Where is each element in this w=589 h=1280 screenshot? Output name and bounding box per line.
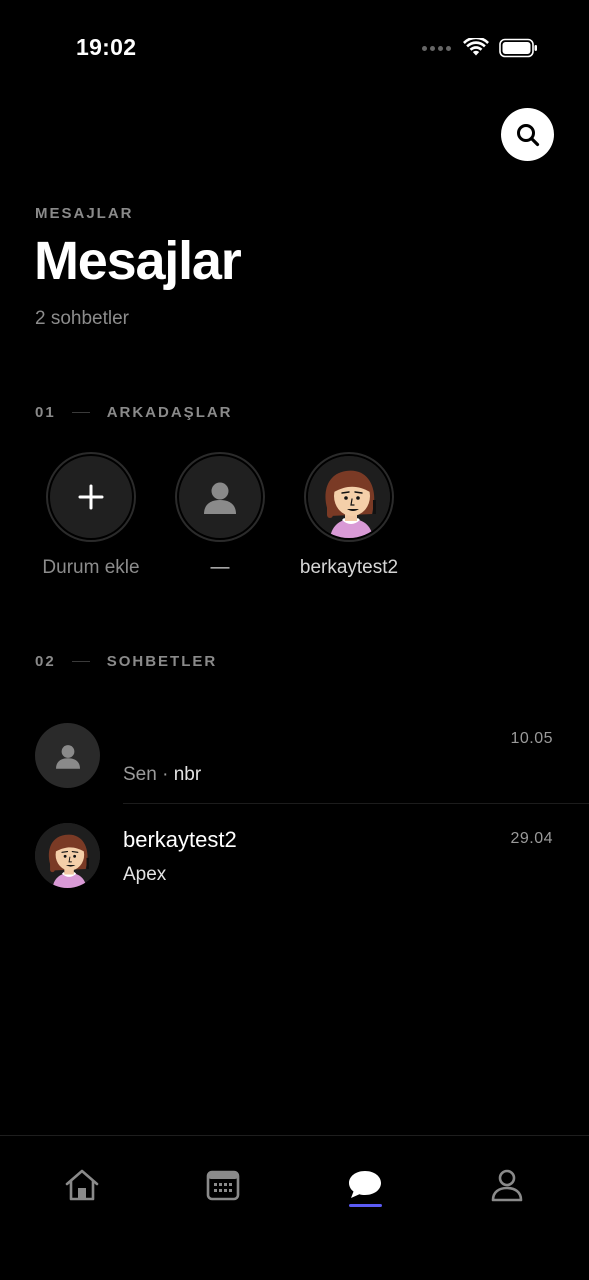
home-icon <box>65 1169 99 1201</box>
person-placeholder-icon <box>55 744 80 769</box>
section-label: SOHBETLER <box>106 652 218 670</box>
calendar-icon <box>206 1170 240 1201</box>
story-label: — <box>210 557 230 578</box>
status-icons <box>422 36 539 60</box>
sender-separator: · <box>156 764 174 785</box>
section-label: ARKADAŞLAR <box>106 403 233 421</box>
story-label: berkaytest2 <box>299 557 399 578</box>
add-status-button[interactable]: Durum ekle <box>26 452 156 579</box>
battery-icon <box>499 38 537 58</box>
section-number: 02 <box>35 652 56 670</box>
page-eyebrow: MESAJLAR <box>35 205 134 222</box>
chat-last-message: Sen · nbr <box>123 764 201 786</box>
chat-timestamp: 10.05 <box>510 730 553 747</box>
chat-name: berkaytest2 <box>123 827 237 852</box>
status-bar: 19:02 <box>0 0 589 95</box>
cartoon-avatar <box>35 823 100 888</box>
chat-row[interactable]: Sen · nbr 10.05 <box>0 723 589 813</box>
section-divider-line <box>71 660 90 662</box>
story-unnamed-friend[interactable]: — <box>155 452 285 579</box>
chats-section-header: 02 SOHBETLER <box>35 651 217 671</box>
tab-home[interactable] <box>57 1160 107 1210</box>
plus-icon <box>78 484 104 510</box>
chat-divider <box>123 803 589 804</box>
bottom-tab-bar <box>0 1135 589 1280</box>
tab-calendar[interactable] <box>198 1160 248 1210</box>
message-text: nbr <box>173 764 202 785</box>
wifi-icon <box>463 38 489 56</box>
chat-timestamp: 29.04 <box>510 830 553 847</box>
tab-messages[interactable] <box>340 1160 390 1210</box>
message-sender: Sen <box>123 764 157 785</box>
person-placeholder-icon <box>204 482 236 514</box>
chat-bubble-icon <box>349 1171 381 1198</box>
chat-row[interactable]: berkaytest2 Apex 29.04 <box>0 823 589 913</box>
story-berkaytest2[interactable]: berkaytest2 <box>284 452 414 579</box>
chat-last-message: Apex <box>123 864 167 885</box>
avatar <box>35 823 100 888</box>
conversation-count: 2 sohbetler <box>35 308 130 329</box>
tab-profile[interactable] <box>482 1160 532 1210</box>
section-number: 01 <box>35 403 56 421</box>
active-tab-indicator <box>349 1204 382 1207</box>
friends-section-header: 01 ARKADAŞLAR <box>35 402 233 422</box>
search-button[interactable] <box>501 108 554 161</box>
status-time: 19:02 <box>76 34 137 60</box>
cartoon-avatar <box>308 456 390 538</box>
avatar <box>35 723 100 788</box>
search-icon <box>516 123 539 146</box>
section-divider-line <box>71 411 90 413</box>
story-label: Durum ekle <box>42 557 140 578</box>
page-title: Mesajlar <box>34 231 242 291</box>
cellular-signal-icon <box>422 45 451 51</box>
profile-icon <box>491 1169 523 1202</box>
